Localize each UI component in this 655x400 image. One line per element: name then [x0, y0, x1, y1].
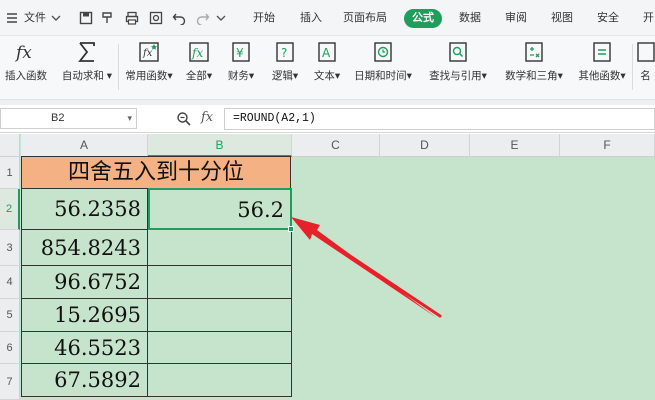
redo-icon[interactable]: [196, 11, 210, 25]
chevron-down-icon[interactable]: ▾: [127, 109, 132, 128]
cell-a5[interactable]: 15.2695: [21, 299, 148, 332]
question-icon: ?: [276, 42, 294, 62]
more-chevron-icon[interactable]: [216, 11, 226, 25]
save-icon[interactable]: [79, 11, 93, 25]
cell-a4[interactable]: 96.6752: [21, 266, 148, 299]
tab-insert[interactable]: 插入: [300, 0, 322, 36]
svg-text:fx: fx: [191, 46, 203, 60]
tab-home[interactable]: 开始: [253, 0, 275, 36]
cell-a2[interactable]: 56.2358: [21, 189, 148, 230]
chevron-down-icon[interactable]: [51, 11, 61, 25]
autosum-button[interactable]: 自动求和 ▾: [57, 36, 117, 100]
menu-bar: 文件 开始 插入 页面布局 公式 数据 审阅 视图 安全 开: [0, 0, 655, 36]
fx-box-icon: fx: [189, 42, 209, 62]
column-header-b[interactable]: B: [148, 134, 292, 157]
cell-b2-active[interactable]: 56.2: [148, 188, 294, 232]
tab-view[interactable]: 视图: [551, 0, 573, 36]
star-fx-icon: fx: [139, 42, 159, 62]
column-header-c[interactable]: C: [292, 134, 380, 157]
menu-icon[interactable]: [5, 11, 19, 25]
formula-input[interactable]: =ROUND(A2,1): [224, 108, 655, 130]
row-header-1[interactable]: 1: [0, 157, 20, 189]
formula-bar: B2 ▾ fx =ROUND(A2,1): [0, 105, 655, 133]
file-menu[interactable]: 文件: [24, 0, 46, 36]
print-preview-icon[interactable]: [149, 11, 163, 25]
cell-b4[interactable]: [148, 266, 292, 299]
zoom-search-icon[interactable]: [176, 111, 192, 127]
search-doc-icon: [449, 42, 467, 62]
name-icon: [636, 42, 655, 62]
svg-text:¥: ¥: [236, 46, 244, 60]
cell-a6[interactable]: 46.5523: [21, 332, 148, 364]
print-icon[interactable]: [125, 11, 139, 25]
tab-more[interactable]: 开: [643, 0, 654, 36]
date-time-functions-button[interactable]: 日期和时间▾: [351, 36, 415, 100]
column-header-d[interactable]: D: [380, 134, 470, 157]
row-header-2[interactable]: 2: [0, 189, 20, 230]
row-header-6[interactable]: 6: [0, 332, 20, 364]
title-cell-a1-b1[interactable]: 四舍五入到十分位: [21, 156, 291, 189]
row-header-5[interactable]: 5: [0, 299, 20, 332]
cell-b3[interactable]: [148, 230, 292, 266]
other-functions-button[interactable]: 其他函数▾: [574, 36, 630, 100]
more-func-icon: [593, 42, 611, 62]
tab-formulas[interactable]: 公式: [404, 9, 442, 28]
svg-text:fx: fx: [142, 48, 153, 59]
format-painter-icon[interactable]: [101, 11, 115, 25]
row-header-7[interactable]: 7: [0, 364, 20, 400]
text-a-icon: A: [318, 42, 336, 62]
column-header-e[interactable]: E: [470, 134, 560, 157]
insert-function-button[interactable]: fx 插入函数: [0, 36, 52, 100]
row-header-3[interactable]: 3: [0, 230, 20, 266]
all-functions-button[interactable]: fx 全部▾: [181, 36, 217, 100]
tab-data[interactable]: 数据: [459, 0, 481, 36]
lookup-reference-button[interactable]: 查找与引用▾: [424, 36, 492, 100]
tab-review[interactable]: 审阅: [505, 0, 527, 36]
svg-text:fx: fx: [14, 43, 32, 63]
logical-functions-button[interactable]: ? 逻辑▾: [267, 36, 303, 100]
math-icon: [525, 42, 543, 62]
ribbon: fx 插入函数 自动求和 ▾ fx 常用函数▾ fx 全部▾ ¥ 财务▾ ? 逻…: [0, 36, 655, 100]
name-box[interactable]: B2 ▾: [0, 108, 137, 129]
common-functions-button[interactable]: fx 常用函数▾: [121, 36, 177, 100]
name-manager-button[interactable]: 名: [636, 36, 655, 100]
cell-a7[interactable]: 67.5892: [21, 364, 148, 397]
cell-a3[interactable]: 854.8243: [21, 230, 148, 266]
column-header-f[interactable]: F: [560, 134, 655, 157]
cell-b5[interactable]: [148, 299, 292, 332]
fx-label[interactable]: fx: [201, 110, 213, 125]
row-header-4[interactable]: 4: [0, 266, 20, 299]
svg-text:?: ?: [281, 46, 287, 60]
select-all-corner[interactable]: [0, 134, 20, 157]
fill-handle[interactable]: [288, 226, 294, 232]
math-trig-button[interactable]: 数学和三角▾: [500, 36, 568, 100]
clock-icon: [374, 42, 392, 62]
undo-icon[interactable]: [172, 11, 186, 25]
finance-icon: ¥: [232, 42, 250, 62]
text-functions-button[interactable]: A 文本▾: [309, 36, 345, 100]
cell-b6[interactable]: [148, 332, 292, 364]
cell-b7[interactable]: [148, 364, 292, 397]
fx-icon: fx: [14, 43, 32, 63]
column-header-a[interactable]: A: [21, 134, 148, 157]
financial-functions-button[interactable]: ¥ 财务▾: [223, 36, 259, 100]
sigma-icon: [78, 42, 95, 62]
tab-page-layout[interactable]: 页面布局: [343, 0, 387, 36]
svg-text:A: A: [322, 46, 331, 60]
cell-b2-value: 56.2: [237, 198, 284, 222]
tab-security[interactable]: 安全: [597, 0, 619, 36]
